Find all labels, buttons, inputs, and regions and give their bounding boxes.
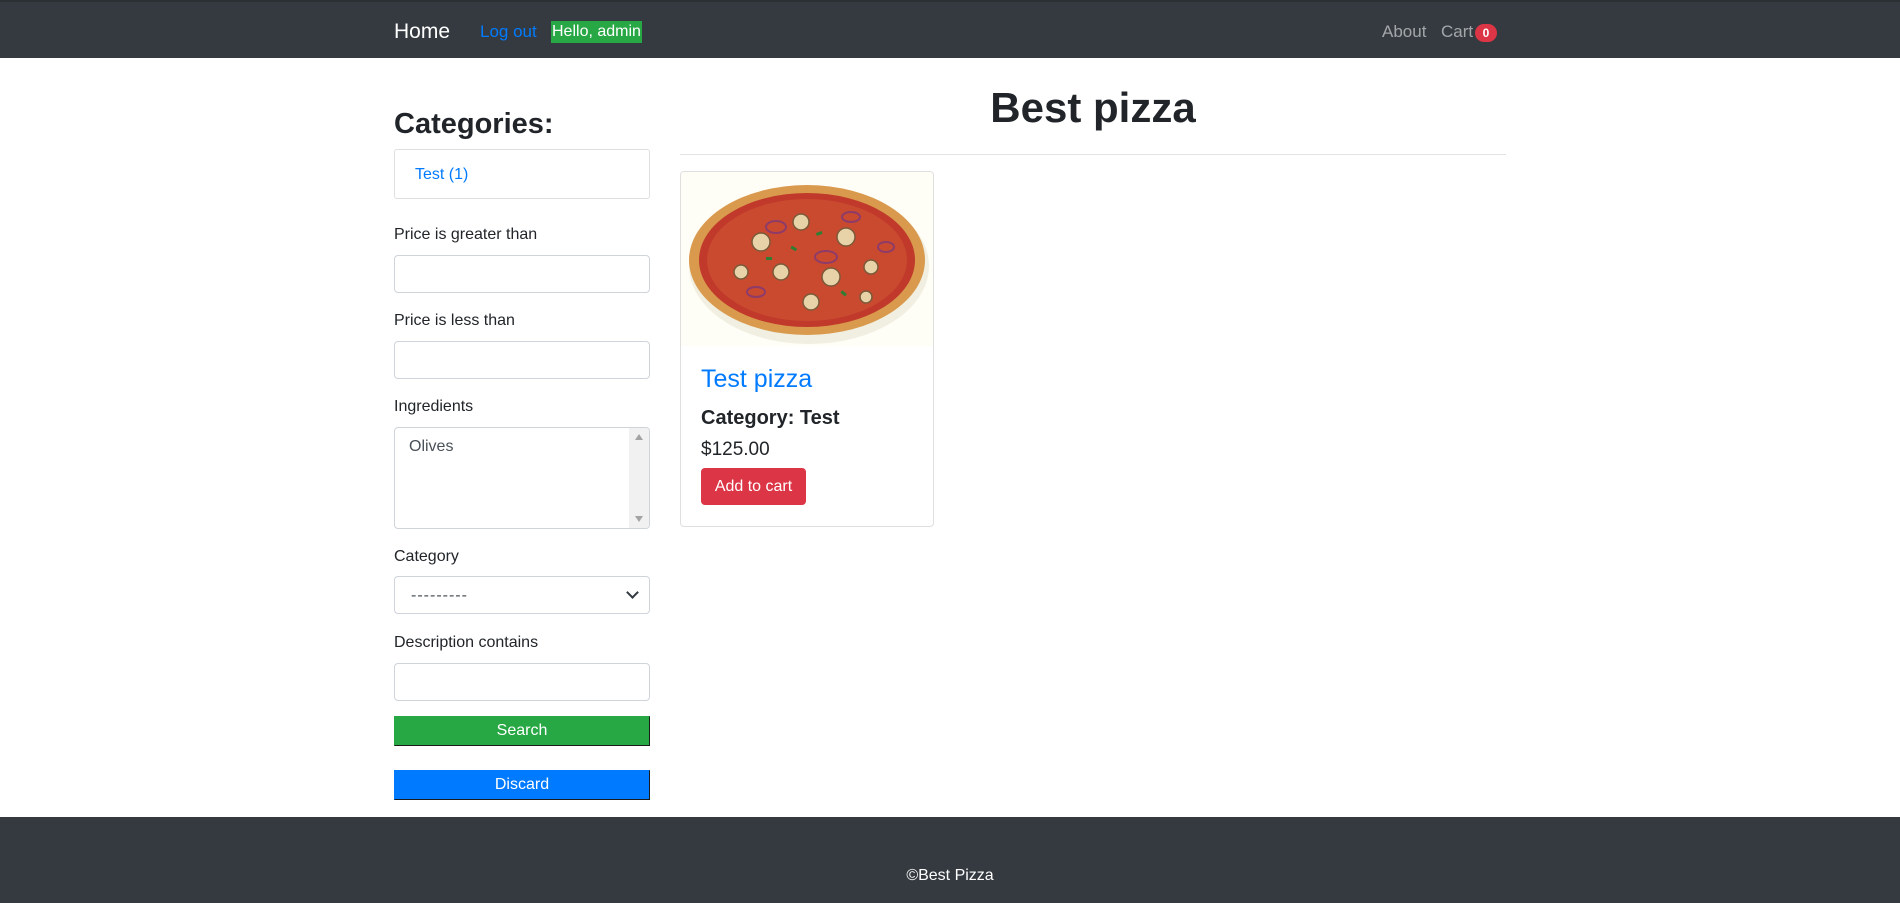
categories-list: Test (1) bbox=[394, 149, 650, 199]
nav-logout-link[interactable]: Log out bbox=[480, 22, 537, 42]
discard-button[interactable]: Discard bbox=[394, 770, 650, 800]
footer: ©Best Pizza bbox=[0, 817, 1900, 903]
scroll-down-arrow-icon[interactable] bbox=[635, 516, 643, 522]
search-button[interactable]: Search bbox=[394, 716, 650, 746]
ingredients-label: Ingredients bbox=[394, 398, 474, 415]
categories-heading: Categories: bbox=[394, 108, 554, 140]
product-title-link[interactable]: Test pizza bbox=[701, 365, 812, 394]
category-label: Category bbox=[394, 548, 459, 565]
nav-about-link[interactable]: About bbox=[1382, 22, 1426, 42]
product-card: Test pizza Category: Test $125.00 Add to… bbox=[680, 171, 934, 527]
scroll-up-arrow-icon[interactable] bbox=[635, 434, 643, 440]
cart-count-badge: 0 bbox=[1475, 24, 1497, 42]
category-select[interactable]: --------- bbox=[394, 576, 650, 614]
nav-cart-link[interactable]: Cart bbox=[1441, 22, 1473, 42]
description-input[interactable] bbox=[394, 663, 650, 701]
product-category: Category: Test bbox=[701, 407, 840, 429]
ingredients-scrollbar[interactable] bbox=[629, 428, 649, 528]
price-gt-input[interactable] bbox=[394, 255, 650, 293]
nav-home-link[interactable]: Home bbox=[394, 20, 450, 44]
price-lt-input[interactable] bbox=[394, 341, 650, 379]
title-divider bbox=[680, 154, 1506, 155]
ingredient-option-olives[interactable]: Olives bbox=[409, 438, 453, 456]
price-lt-label: Price is less than bbox=[394, 312, 515, 329]
footer-copyright: ©Best Pizza bbox=[906, 867, 994, 884]
category-select-value: --------- bbox=[411, 587, 468, 604]
ingredients-multiselect[interactable]: Olives bbox=[394, 427, 650, 529]
chevron-down-icon bbox=[626, 586, 639, 599]
page-title: Best pizza bbox=[990, 84, 1196, 131]
navbar: Home Log out Hello, admin About Cart 0 bbox=[0, 0, 1900, 58]
add-to-cart-button[interactable]: Add to cart bbox=[701, 468, 806, 505]
pizza-image bbox=[681, 172, 933, 346]
category-link-test[interactable]: Test (1) bbox=[415, 166, 468, 184]
product-price: $125.00 bbox=[701, 439, 770, 460]
user-greeting: Hello, admin bbox=[551, 21, 642, 43]
description-label: Description contains bbox=[394, 634, 539, 651]
price-gt-label: Price is greater than bbox=[394, 226, 538, 243]
